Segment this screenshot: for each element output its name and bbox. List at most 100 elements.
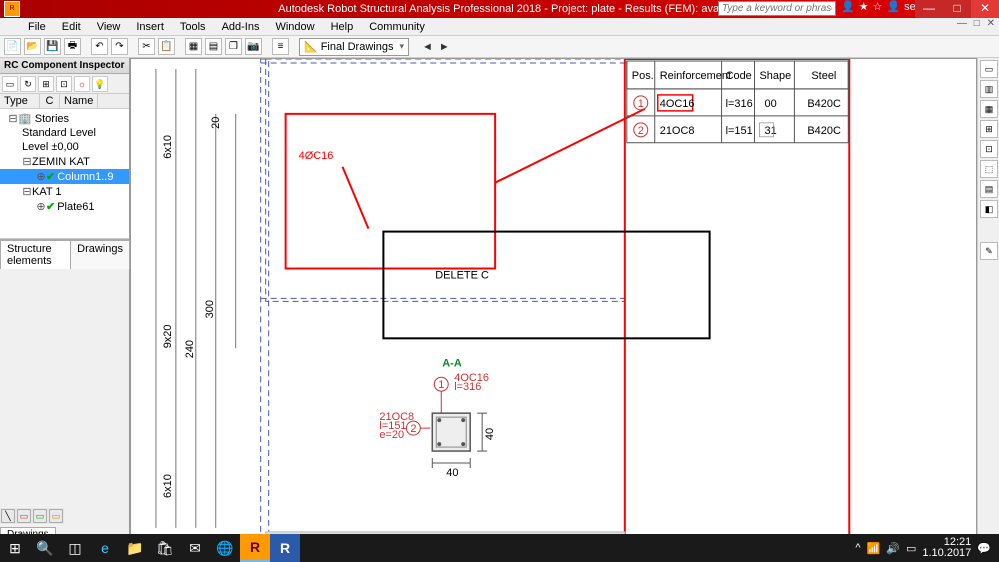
tool-cut-icon[interactable]: ✂ xyxy=(138,38,155,55)
tree-zemin-kat[interactable]: ⊟ZEMIN KAT xyxy=(0,154,129,169)
view-mode-tabs: ╲ ▭ ▭ ▭ xyxy=(0,508,64,524)
tool-print-icon[interactable]: 🖶 xyxy=(64,38,81,55)
rtool-8-icon[interactable]: ◧ xyxy=(980,200,998,218)
tab-structure[interactable]: Structure elements xyxy=(0,240,71,269)
tray-volume-icon[interactable]: 🔊 xyxy=(886,542,900,555)
tree-column-selected[interactable]: ⊕✔Column1..9 xyxy=(0,169,129,184)
red-leader-to-table xyxy=(495,109,645,183)
rtool-2-icon[interactable]: ▥ xyxy=(980,80,998,98)
dim-6x10-top: 6x10 xyxy=(162,135,174,159)
maximize-button[interactable]: □ xyxy=(943,0,971,18)
store-icon[interactable]: 🛍 xyxy=(150,534,180,562)
callout2-l3: e=20 xyxy=(379,429,404,441)
layout-dropdown[interactable]: 📐Final Drawings xyxy=(299,38,409,56)
tool-table-icon[interactable]: ▦ xyxy=(185,38,202,55)
menu-addins[interactable]: Add-Ins xyxy=(214,21,268,33)
search-input[interactable] xyxy=(718,1,836,16)
close-button[interactable]: ✕ xyxy=(971,0,999,18)
edge-icon[interactable]: e xyxy=(90,534,120,562)
component-tree[interactable]: ⊟🏢 Stories Standard Level Level ±0,00 ⊟Z… xyxy=(0,109,129,239)
tool-redo-icon[interactable]: ↷ xyxy=(111,38,128,55)
r2-steel: B420C xyxy=(807,125,841,137)
rtool-1-icon[interactable]: ▭ xyxy=(980,60,998,78)
viewtab-3[interactable]: ▭ xyxy=(33,509,47,523)
nav-prev-icon[interactable]: ◄ xyxy=(422,41,433,53)
user-icon: 👤 xyxy=(886,0,900,13)
menu-edit[interactable]: Edit xyxy=(54,21,89,33)
col-type[interactable]: Type xyxy=(0,94,40,108)
dim-20: 20 xyxy=(210,117,222,129)
menu-window[interactable]: Window xyxy=(267,21,322,33)
minimize-button[interactable]: — xyxy=(915,0,943,18)
menu-community[interactable]: Community xyxy=(361,21,433,33)
revit-icon[interactable]: R xyxy=(270,534,300,562)
section-label: A-A xyxy=(442,357,462,369)
tab-drawings[interactable]: Drawings xyxy=(70,240,130,269)
tray-lang-icon[interactable]: ▭ xyxy=(906,542,916,555)
mail-icon[interactable]: ✉ xyxy=(180,534,210,562)
menu-file[interactable]: File xyxy=(20,21,54,33)
tool-undo-icon[interactable]: ↶ xyxy=(91,38,108,55)
menu-insert[interactable]: Insert xyxy=(128,21,172,33)
tool-calc-icon[interactable]: ≡ xyxy=(272,38,289,55)
viewtab-2[interactable]: ▭ xyxy=(17,509,31,523)
rtool-3-icon[interactable]: ▦ xyxy=(980,100,998,118)
taskbar-search-icon[interactable]: 🔍 xyxy=(30,534,60,562)
rtool-4-icon[interactable]: ⊞ xyxy=(980,120,998,138)
menu-tools[interactable]: Tools xyxy=(172,21,214,33)
main-toolbar: 📄 📂 💾 🖶 ↶ ↷ ✂ 📋 ▦ ▤ ❐ 📷 ≡ 📐Final Drawing… xyxy=(0,36,999,58)
red-leader-line xyxy=(342,167,368,229)
rtool-6-icon[interactable]: ⬚ xyxy=(980,160,998,178)
start-button[interactable]: ⊞ xyxy=(0,534,30,562)
tool-screenshot-icon[interactable]: 📷 xyxy=(245,38,262,55)
chrome-icon[interactable]: 🌐 xyxy=(210,534,240,562)
signin-icon[interactable]: 👤 xyxy=(841,0,855,13)
tool-cascade-icon[interactable]: ❐ xyxy=(225,38,242,55)
tool-copy-icon[interactable]: 📋 xyxy=(158,38,175,55)
viewtab-1[interactable]: ╲ xyxy=(1,509,15,523)
inspector-tabs: Structure elements Drawings xyxy=(0,239,129,269)
rtool-5-icon[interactable]: ⊡ xyxy=(980,140,998,158)
tree-standard-level[interactable]: Standard Level xyxy=(0,126,129,140)
th-code: Code xyxy=(726,70,752,82)
drawing-canvas[interactable]: 6x10 9x20 6x10 240 300 20 4ØC16 DELETE C… xyxy=(130,58,977,542)
viewtab-4[interactable]: ▭ xyxy=(49,509,63,523)
rtool-7-icon[interactable]: ▤ xyxy=(980,180,998,198)
taskbar-clock[interactable]: 12:21 1.10.2017 xyxy=(922,537,971,559)
insp-tool1-icon[interactable]: ▭ xyxy=(2,76,18,92)
tree-kat1[interactable]: ⊟KAT 1 xyxy=(0,184,129,199)
tray-expand-icon[interactable]: ^ xyxy=(855,542,860,554)
insp-tool2-icon[interactable]: ↻ xyxy=(20,76,36,92)
red-highlight-box xyxy=(286,114,495,269)
star-icon[interactable]: ★ xyxy=(859,0,869,13)
menu-view[interactable]: View xyxy=(89,21,129,33)
tree-stories[interactable]: ⊟🏢 Stories xyxy=(0,111,129,126)
r1-code: l=316 xyxy=(726,98,753,110)
task-view-icon[interactable]: ◫ xyxy=(60,534,90,562)
col-c[interactable]: C xyxy=(40,94,60,108)
tool-save-icon[interactable]: 💾 xyxy=(44,38,61,55)
insp-tool5-icon[interactable]: ☼ xyxy=(74,76,90,92)
windows-taskbar: ⊞ 🔍 ◫ e 📁 🛍 ✉ 🌐 R R ^ 📶 🔊 ▭ 12:21 1.10.2… xyxy=(0,534,999,562)
tool-grid-icon[interactable]: ▤ xyxy=(205,38,222,55)
insp-tool3-icon[interactable]: ⊞ xyxy=(38,76,54,92)
star2-icon[interactable]: ☆ xyxy=(873,0,883,13)
explorer-icon[interactable]: 📁 xyxy=(120,534,150,562)
r1-shape: 00 xyxy=(764,98,776,110)
mdi-window-buttons[interactable]: — □ ✕ xyxy=(957,18,997,29)
callout1-number: 1 xyxy=(438,379,444,391)
robot-app-icon[interactable]: R xyxy=(240,534,270,562)
tree-level0[interactable]: Level ±0,00 xyxy=(0,140,129,154)
notifications-icon[interactable]: 💬 xyxy=(977,542,991,555)
menu-help[interactable]: Help xyxy=(323,21,362,33)
insp-tool4-icon[interactable]: ⊡ xyxy=(56,76,72,92)
tool-open-icon[interactable]: 📂 xyxy=(24,38,41,55)
tray-network-icon[interactable]: 📶 xyxy=(867,542,881,555)
insp-tool6-icon[interactable]: 💡 xyxy=(92,76,108,92)
tree-plate61[interactable]: ⊕✔Plate61 xyxy=(0,199,129,214)
col-name[interactable]: Name xyxy=(60,94,98,108)
nav-next-icon[interactable]: ► xyxy=(439,41,450,53)
svg-text:2: 2 xyxy=(638,125,644,137)
rtool-9-icon[interactable]: ✎ xyxy=(980,242,998,260)
tool-new-icon[interactable]: 📄 xyxy=(4,38,21,55)
